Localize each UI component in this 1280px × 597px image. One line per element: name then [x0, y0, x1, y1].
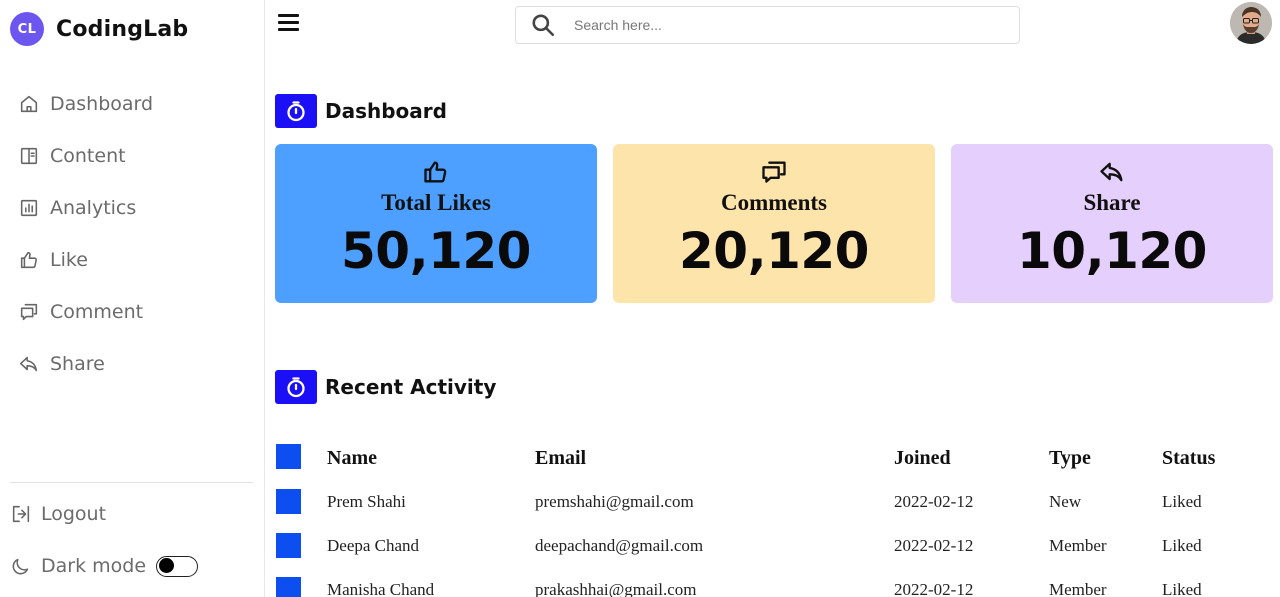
cell-name: Deepa Chand	[327, 536, 420, 555]
cell-email: deepachand@gmail.com	[535, 536, 704, 555]
card-label: Total Likes	[381, 190, 491, 215]
dashboard-header: Dashboard	[275, 94, 447, 128]
cell-joined: 2022-02-12	[894, 580, 974, 597]
comments-icon	[762, 161, 786, 183]
cell-status: Liked	[1162, 492, 1202, 511]
total-likes-card: Total Likes 50,120	[275, 144, 597, 303]
sidebar-item-label: Comment	[50, 301, 144, 323]
menu-line	[278, 14, 299, 17]
comment-icon	[20, 303, 38, 321]
toggle-knob	[159, 558, 175, 573]
sidebar-item-like[interactable]: Like	[18, 234, 153, 286]
content-icon	[20, 147, 38, 165]
dark-mode-label: Dark mode	[41, 555, 147, 577]
search-box	[515, 6, 1020, 44]
cell-status: Liked	[1162, 536, 1202, 555]
home-icon	[20, 95, 38, 113]
table-row: Deepa Chand deepachand@gmail.com 2022-02…	[275, 529, 1265, 559]
logout-button[interactable]: Logout	[10, 503, 106, 525]
card-value: 50,120	[341, 222, 531, 280]
menu-line	[278, 28, 299, 31]
cell-joined: 2022-02-12	[894, 492, 974, 511]
recent-activity-title: Recent Activity	[325, 375, 497, 399]
search-icon	[532, 14, 555, 37]
sidebar-item-label: Share	[50, 353, 105, 375]
logout-label: Logout	[41, 503, 107, 525]
sidebar-item-content[interactable]: Content	[18, 130, 153, 182]
stopwatch-icon	[287, 377, 305, 398]
menu-toggle-button[interactable]	[278, 14, 300, 34]
card-label: Share	[1083, 190, 1141, 215]
moon-icon	[12, 558, 29, 575]
cell-name: Manisha Chand	[327, 580, 435, 597]
table-row: Manisha Chand prakashhai@gmail.com 2022-…	[275, 573, 1265, 597]
sidebar-divider	[10, 482, 253, 483]
cell-type: New	[1049, 492, 1082, 511]
dark-mode-toggle[interactable]	[156, 555, 199, 577]
logo[interactable]: CL CodingLab	[10, 12, 188, 46]
search-input[interactable]	[574, 17, 974, 33]
stopwatch-icon	[287, 101, 305, 122]
cell-joined: 2022-02-12	[894, 536, 974, 555]
row-checkbox[interactable]	[276, 533, 301, 558]
section-icon-box	[275, 370, 317, 404]
user-avatar-image	[1230, 2, 1272, 44]
cell-type: Member	[1049, 580, 1107, 597]
sidebar-item-share[interactable]: Share	[18, 338, 153, 390]
menu-line	[278, 21, 299, 24]
dashboard-title: Dashboard	[325, 99, 447, 123]
card-label: Comments	[720, 190, 828, 215]
thumbs-up-icon	[424, 161, 447, 183]
logo-badge: CL	[10, 12, 44, 46]
table-header-row: Name Email Joined Type Status	[275, 440, 1265, 470]
cell-type: Member	[1049, 536, 1107, 555]
share-icon	[19, 356, 38, 372]
sidebar-item-label: Content	[50, 145, 126, 167]
cell-status: Liked	[1162, 580, 1202, 597]
column-header-email: Email	[535, 447, 587, 469]
logo-text: CodingLab	[56, 16, 189, 42]
dark-mode-row: Dark mode	[10, 555, 199, 577]
column-header-joined: Joined	[894, 447, 951, 469]
share-card: Share 10,120	[951, 144, 1273, 303]
cell-name: Prem Shahi	[327, 492, 406, 511]
sidebar-item-dashboard[interactable]: Dashboard	[18, 78, 153, 130]
analytics-icon	[20, 199, 38, 217]
sidebar-item-analytics[interactable]: Analytics	[18, 182, 153, 234]
card-value: 10,120	[1017, 222, 1207, 280]
sidebar: CL CodingLab Dashboard Content Analytics…	[0, 0, 265, 597]
table-row: Prem Shahi premshahi@gmail.com 2022-02-1…	[275, 485, 1265, 515]
column-header-name: Name	[327, 447, 377, 469]
column-header-status: Status	[1162, 447, 1216, 469]
card-value: 20,120	[679, 222, 869, 280]
thumbs-up-icon	[20, 251, 37, 269]
select-all-checkbox[interactable]	[276, 444, 301, 469]
section-icon-box	[275, 94, 317, 128]
row-checkbox[interactable]	[276, 577, 301, 597]
row-checkbox[interactable]	[276, 489, 301, 514]
sidebar-item-comment[interactable]: Comment	[18, 286, 153, 338]
sidebar-nav: Dashboard Content Analytics Like Comment…	[18, 78, 153, 390]
column-header-type: Type	[1049, 447, 1091, 469]
cell-email: premshahi@gmail.com	[535, 492, 694, 511]
sidebar-item-label: Like	[50, 249, 88, 271]
sidebar-item-label: Dashboard	[50, 93, 154, 115]
cell-email: prakashhai@gmail.com	[535, 580, 697, 597]
logout-icon	[12, 505, 30, 523]
avatar[interactable]	[1230, 2, 1272, 44]
recent-activity-header: Recent Activity	[275, 370, 496, 404]
comments-card: Comments 20,120	[613, 144, 935, 303]
share-icon	[1100, 162, 1123, 182]
sidebar-item-label: Analytics	[50, 197, 137, 219]
